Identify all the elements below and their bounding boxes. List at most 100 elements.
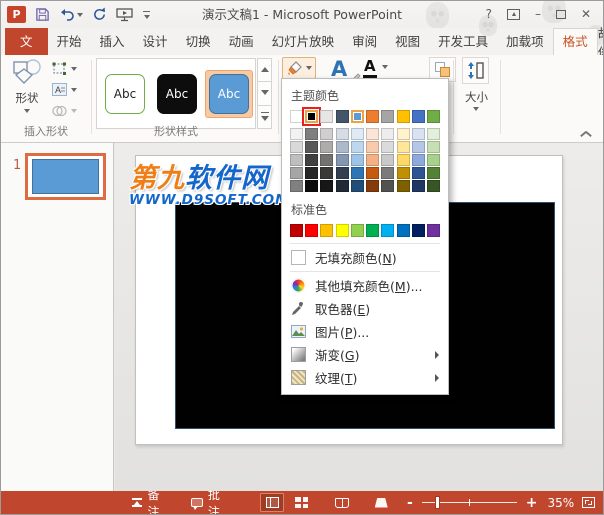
- color-swatch-FFE699[interactable]: [397, 141, 410, 153]
- color-swatch-4472C4[interactable]: [412, 110, 425, 123]
- color-swatch-548235[interactable]: [427, 167, 440, 179]
- color-swatch-DBDBDB[interactable]: [381, 141, 394, 153]
- color-swatch-A5A5A5[interactable]: [381, 110, 394, 123]
- color-swatch-A9D18E[interactable]: [427, 154, 440, 166]
- color-swatch-ED7D31[interactable]: [366, 110, 379, 123]
- merge-shapes-button[interactable]: [52, 103, 77, 118]
- user-account[interactable]: 胡俊: [598, 28, 604, 55]
- redo-icon[interactable]: [92, 7, 107, 22]
- tab-动画[interactable]: 动画: [220, 28, 263, 55]
- powerpoint-app-icon[interactable]: P: [7, 6, 26, 23]
- color-swatch-767171[interactable]: [320, 154, 333, 166]
- tab-插入[interactable]: 插入: [91, 28, 134, 55]
- menu-item-picture[interactable]: 图片(P)...: [290, 320, 440, 343]
- color-swatch-E7E6E6[interactable]: [320, 110, 333, 123]
- color-swatch-B4C7E7[interactable]: [412, 141, 425, 153]
- fit-slide-to-window-button[interactable]: [582, 497, 595, 508]
- size-group-caret[interactable]: [473, 107, 479, 111]
- text-box-button[interactable]: A: [52, 82, 77, 97]
- color-swatch-C9C9C9[interactable]: [381, 154, 394, 166]
- shape-fill-button[interactable]: [282, 57, 316, 79]
- color-swatch-F4B183[interactable]: [366, 154, 379, 166]
- color-swatch-00B050[interactable]: [366, 224, 379, 237]
- gallery-more-button[interactable]: [257, 106, 272, 129]
- ribbon-display-options-icon[interactable]: [507, 9, 520, 20]
- tab-加载项[interactable]: 加载项: [497, 28, 553, 55]
- reading-view-button[interactable]: [330, 493, 354, 512]
- tab-视图[interactable]: 视图: [386, 28, 429, 55]
- text-fill-caret[interactable]: [382, 65, 388, 69]
- color-swatch-7B7B7B[interactable]: [381, 167, 394, 179]
- color-swatch-BF9000[interactable]: [397, 167, 410, 179]
- color-swatch-FF0000[interactable]: [305, 224, 318, 237]
- normal-view-button[interactable]: [260, 493, 284, 512]
- color-swatch-44546A[interactable]: [336, 110, 349, 123]
- color-swatch-A6A6A6[interactable]: [290, 167, 303, 179]
- maximize-button[interactable]: [556, 10, 566, 19]
- menu-item-more-colors[interactable]: 其他填充颜色(M)...: [290, 274, 440, 297]
- color-swatch-843C0C[interactable]: [366, 180, 379, 192]
- color-swatch-D9E2F3[interactable]: [412, 128, 425, 140]
- comments-toggle-button[interactable]: 批注: [187, 491, 236, 514]
- color-swatch-F2F2F2[interactable]: [290, 128, 303, 140]
- zoom-slider[interactable]: [422, 496, 517, 509]
- color-swatch-FFF2CC[interactable]: [397, 128, 410, 140]
- shape-fill-caret[interactable]: [306, 66, 312, 70]
- color-swatch-7F7F7F[interactable]: [305, 128, 318, 140]
- color-swatch-375623[interactable]: [427, 180, 440, 192]
- close-button[interactable]: ✕: [581, 1, 591, 28]
- tab-开始[interactable]: 开始: [48, 28, 91, 55]
- color-swatch-1F4E79[interactable]: [351, 180, 364, 192]
- customize-qat-icon[interactable]: [142, 10, 152, 20]
- color-swatch-002060[interactable]: [412, 224, 425, 237]
- color-swatch-F8CBAD[interactable]: [366, 141, 379, 153]
- menu-item-texture[interactable]: 纹理(T): [290, 366, 440, 389]
- color-swatch-0070C0[interactable]: [397, 224, 410, 237]
- color-swatch-DEEBF7[interactable]: [351, 128, 364, 140]
- color-swatch-262626[interactable]: [305, 167, 318, 179]
- slide-thumbnail[interactable]: [25, 153, 106, 200]
- zoom-out-button[interactable]: -: [404, 493, 416, 513]
- color-swatch-808080[interactable]: [290, 180, 303, 192]
- undo-dropdown-caret[interactable]: [77, 13, 83, 17]
- undo-button[interactable]: [59, 8, 83, 22]
- tab-file[interactable]: 文件: [5, 28, 48, 55]
- zoom-in-button[interactable]: +: [523, 493, 541, 513]
- menu-item-no-fill[interactable]: 无填充颜色(N): [290, 246, 440, 269]
- color-swatch-AEABAB[interactable]: [320, 141, 333, 153]
- help-button[interactable]: ?: [486, 1, 492, 28]
- text-fill-button[interactable]: A: [363, 59, 388, 78]
- gallery-scroll-down-button[interactable]: [257, 82, 272, 105]
- collapse-ribbon-button[interactable]: [580, 128, 590, 135]
- color-swatch-FFC000[interactable]: [397, 110, 410, 123]
- color-swatch-222A35[interactable]: [336, 180, 349, 192]
- start-slideshow-icon[interactable]: [116, 8, 133, 22]
- notes-toggle-button[interactable]: 备注: [128, 491, 176, 514]
- color-swatch-7F6000[interactable]: [397, 180, 410, 192]
- color-swatch-9DC3E6[interactable]: [351, 154, 364, 166]
- color-swatch-C6E0B4[interactable]: [427, 141, 440, 153]
- save-icon[interactable]: [35, 7, 50, 22]
- color-swatch-FFFF00[interactable]: [336, 224, 349, 237]
- tab-切换[interactable]: 切换: [177, 28, 220, 55]
- color-swatch-EDEDED[interactable]: [381, 128, 394, 140]
- color-swatch-2E75B6[interactable]: [351, 167, 364, 179]
- tab-格式[interactable]: 格式: [553, 28, 598, 55]
- tab-幻灯片放映[interactable]: 幻灯片放映: [263, 28, 344, 55]
- color-swatch-BFBFBF[interactable]: [290, 154, 303, 166]
- color-swatch-5B9BD5[interactable]: [351, 110, 364, 123]
- color-swatch-1F3864[interactable]: [412, 180, 425, 192]
- color-swatch-E2EFDA[interactable]: [427, 128, 440, 140]
- gallery-scroll-up-button[interactable]: [257, 58, 272, 82]
- color-swatch-ACB9CA[interactable]: [336, 141, 349, 153]
- color-swatch-404040[interactable]: [305, 154, 318, 166]
- minimize-button[interactable]: –: [535, 1, 541, 28]
- menu-item-gradient[interactable]: 渐变(G): [290, 343, 440, 366]
- tab-审阅[interactable]: 审阅: [343, 28, 386, 55]
- tab-设计[interactable]: 设计: [134, 28, 177, 55]
- color-swatch-8EAADB[interactable]: [412, 154, 425, 166]
- color-swatch-92D050[interactable]: [351, 224, 364, 237]
- size-button[interactable]: [462, 57, 489, 84]
- color-swatch-BDD7EE[interactable]: [351, 141, 364, 153]
- tab-开发工具[interactable]: 开发工具: [429, 28, 497, 55]
